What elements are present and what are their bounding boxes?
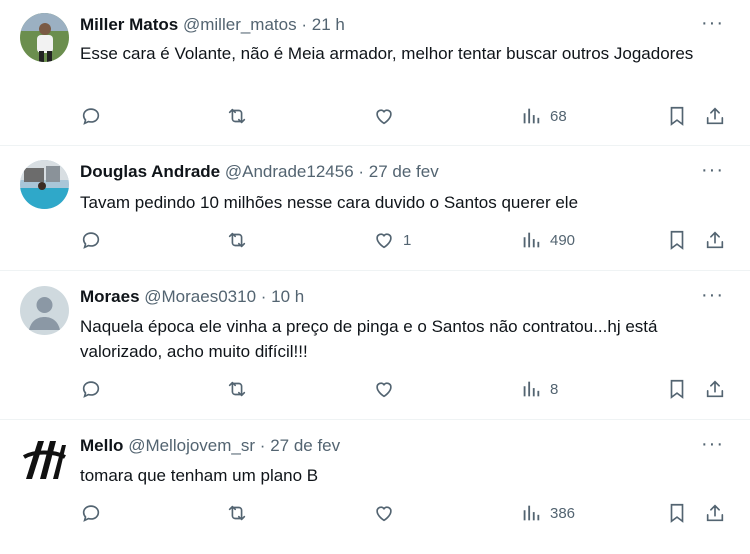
heart-icon	[376, 109, 392, 125]
analytics-icon	[523, 108, 540, 124]
retweet-button[interactable]	[226, 105, 248, 127]
views-button[interactable]: 8	[520, 378, 558, 400]
share-button[interactable]	[704, 502, 726, 524]
tweet-header: Douglas Andrade @Andrade12456 · 27 de fe…	[80, 161, 439, 183]
heart-icon	[376, 506, 392, 522]
bookmark-button[interactable]	[666, 229, 688, 251]
reply-button[interactable]	[80, 105, 102, 127]
like-button[interactable]	[373, 105, 403, 127]
like-button[interactable]	[373, 502, 403, 524]
view-count: 68	[550, 107, 567, 125]
share-button[interactable]	[704, 229, 726, 251]
tweet-text: tomara que tenham um plano B	[80, 466, 319, 485]
more-options-icon[interactable]: ···	[701, 159, 724, 182]
reply-button[interactable]	[80, 378, 102, 400]
tweet-header: Mello @Mellojovem_sr · 27 de fev	[80, 435, 340, 457]
author-name[interactable]: Miller Matos	[80, 15, 178, 34]
views-button[interactable]: 68	[520, 105, 567, 127]
reply-icon	[82, 381, 100, 398]
more-options-icon[interactable]: ···	[701, 433, 724, 456]
author-handle[interactable]: @Mellojovem_sr	[128, 436, 255, 455]
tweet[interactable]: Moraes @Moraes0310 · 10 h ··· Naquela ép…	[0, 272, 750, 420]
share-button[interactable]	[704, 378, 726, 400]
tweet[interactable]: Douglas Andrade @Andrade12456 · 27 de fe…	[0, 147, 750, 271]
separator: ·	[301, 15, 308, 34]
share-button[interactable]	[704, 105, 726, 127]
heart-icon	[376, 382, 392, 398]
avatar[interactable]	[20, 160, 69, 209]
tweet-text: Esse cara é Volante, não é Meia armador,…	[80, 44, 694, 63]
bookmark-button[interactable]	[666, 378, 688, 400]
timestamp[interactable]: 10 h	[271, 287, 304, 306]
avatar[interactable]	[20, 435, 69, 484]
tweet[interactable]: Mello @Mellojovem_sr · 27 de fev ··· tom…	[0, 421, 750, 554]
author-handle[interactable]: @miller_matos	[183, 15, 297, 34]
reply-icon	[82, 505, 100, 522]
analytics-icon	[523, 381, 540, 397]
share-icon	[706, 380, 724, 398]
separator: ·	[259, 436, 266, 455]
share-icon	[706, 231, 724, 249]
tweet-text: Naquela época ele vinha a preço de pinga…	[80, 317, 658, 361]
like-button[interactable]	[373, 378, 403, 400]
tweet-header: Miller Matos @miller_matos · 21 h	[80, 14, 345, 36]
view-count: 386	[550, 504, 576, 522]
bookmark-icon	[670, 379, 684, 399]
retweet-button[interactable]	[226, 229, 248, 251]
heart-icon	[376, 233, 392, 249]
retweet-icon	[228, 505, 246, 521]
bookmark-icon	[670, 106, 684, 126]
more-options-icon[interactable]: ···	[701, 12, 724, 35]
separator: ·	[260, 287, 267, 306]
share-icon	[706, 504, 724, 522]
reply-icon	[82, 232, 100, 249]
retweet-icon	[228, 108, 246, 124]
bookmark-icon	[670, 230, 684, 250]
author-name[interactable]: Douglas Andrade	[80, 162, 220, 181]
like-button[interactable]: 1	[373, 229, 411, 251]
retweet-icon	[228, 232, 246, 248]
retweet-button[interactable]	[226, 502, 248, 524]
reply-button[interactable]	[80, 229, 102, 251]
author-handle[interactable]: @Andrade12456	[225, 162, 354, 181]
retweet-button[interactable]	[226, 378, 248, 400]
tweet[interactable]: Miller Matos @miller_matos · 21 h ··· Es…	[0, 0, 750, 146]
avatar[interactable]	[20, 286, 69, 335]
bookmark-button[interactable]	[666, 105, 688, 127]
avatar[interactable]	[20, 13, 69, 62]
bookmark-icon	[670, 503, 684, 523]
view-count: 8	[550, 380, 559, 398]
like-count: 1	[403, 231, 412, 249]
reply-icon	[82, 108, 100, 125]
views-button[interactable]: 490	[520, 229, 575, 251]
reply-button[interactable]	[80, 502, 102, 524]
author-name[interactable]: Moraes	[80, 287, 140, 306]
author-handle[interactable]: @Moraes0310	[144, 287, 256, 306]
timestamp[interactable]: 21 h	[312, 15, 345, 34]
share-icon	[706, 107, 724, 125]
analytics-icon	[523, 232, 540, 248]
views-button[interactable]: 386	[520, 502, 575, 524]
analytics-icon	[523, 505, 540, 521]
author-name[interactable]: Mello	[80, 436, 123, 455]
tweet-header: Moraes @Moraes0310 · 10 h	[80, 286, 304, 308]
tweet-text: Tavam pedindo 10 milhões nesse cara duvi…	[80, 193, 579, 212]
timestamp[interactable]: 27 de fev	[369, 162, 439, 181]
timestamp[interactable]: 27 de fev	[270, 436, 340, 455]
more-options-icon[interactable]: ···	[701, 284, 724, 307]
view-count: 490	[550, 231, 576, 249]
retweet-icon	[228, 381, 246, 397]
bookmark-button[interactable]	[666, 502, 688, 524]
separator: ·	[358, 162, 365, 181]
